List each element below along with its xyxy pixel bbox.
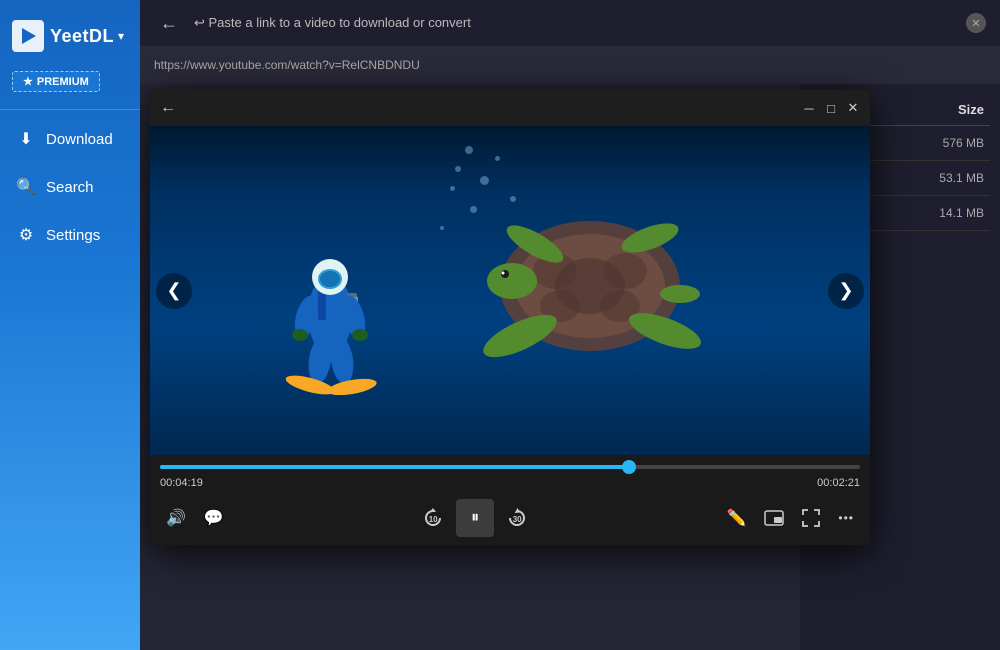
more-button[interactable]: ••• <box>832 507 860 529</box>
annotate-button[interactable]: ✏️ <box>720 504 752 532</box>
time-row: 00:04:19 00:02:21 <box>160 475 860 495</box>
controls-row: 🔊 💬 10 <box>160 495 860 545</box>
logo-chevron: ▾ <box>118 29 124 43</box>
media-player: ← ─ □ ✕ <box>150 90 870 545</box>
sidebar-item-search[interactable]: 🔍 Search <box>0 163 140 211</box>
nav-next-button[interactable]: ❯ <box>828 273 864 309</box>
url-input-text: https://www.youtube.com/watch?v=RelCNBDN… <box>154 58 420 72</box>
player-titlebar: ← ─ □ ✕ <box>150 90 870 126</box>
sidebar-item-settings[interactable]: ⚙ Settings <box>0 211 140 259</box>
sidebar-divider <box>0 109 140 110</box>
bg-close-button[interactable]: ✕ <box>966 13 986 33</box>
bubble <box>480 176 489 185</box>
bg-window-header: ← ↩ Paste a link to a video to download … <box>140 0 1000 46</box>
progress-track[interactable] <box>160 465 860 469</box>
download-icon: ⬇ <box>16 129 36 149</box>
sidebar-item-download-label: Download <box>46 131 113 148</box>
progress-thumb[interactable] <box>622 460 636 474</box>
skip-forward-label: 30 <box>513 515 522 524</box>
sidebar-item-search-label: Search <box>46 179 94 196</box>
player-video: ❮ ❯ <box>150 126 870 455</box>
annotate-icon: ✏️ <box>726 508 746 528</box>
premium-badge[interactable]: ★ PREMIUM <box>12 71 100 92</box>
sidebar-item-download[interactable]: ⬇ Download <box>0 115 140 163</box>
pip-icon <box>764 510 784 526</box>
remaining-time: 00:02:21 <box>817 477 860 489</box>
logo-text: YeetDL <box>50 26 114 47</box>
more-icon: ••• <box>838 511 854 525</box>
player-close-button[interactable]: ✕ <box>846 101 860 115</box>
skip-back-label: 10 <box>429 515 438 524</box>
fullscreen-icon <box>802 509 820 527</box>
subtitles-icon: 💬 <box>204 508 224 528</box>
skip-forward-button[interactable]: 30 <box>500 503 534 533</box>
current-time: 00:04:19 <box>160 477 203 489</box>
player-window-buttons: ─ □ ✕ <box>802 101 860 115</box>
diver-image <box>210 235 450 395</box>
bubble <box>455 166 461 172</box>
bubble <box>465 146 473 154</box>
logo: YeetDL ▾ <box>0 10 136 62</box>
url-input-row: https://www.youtube.com/watch?v=RelCNBDN… <box>140 46 1000 84</box>
play-pause-button[interactable]: ⏸ <box>456 499 494 537</box>
nav-prev-button[interactable]: ❮ <box>156 273 192 309</box>
logo-icon <box>12 20 44 52</box>
volume-button[interactable]: 🔊 <box>160 504 192 532</box>
player-controls: 00:04:19 00:02:21 🔊 💬 <box>150 455 870 545</box>
bg-back-button[interactable]: ← <box>154 11 184 36</box>
size-column-header: Size <box>958 102 984 117</box>
turtle-image <box>450 186 730 406</box>
sidebar: YeetDL ▾ ★ PREMIUM ⬇ Download 🔍 Search ⚙… <box>0 0 140 650</box>
app-container: YeetDL ▾ ★ PREMIUM ⬇ Download 🔍 Search ⚙… <box>0 0 1000 650</box>
progress-bar-container[interactable] <box>160 455 860 475</box>
bubble <box>440 226 444 230</box>
search-icon: 🔍 <box>16 177 36 197</box>
settings-icon: ⚙ <box>16 225 36 245</box>
maximize-button[interactable]: □ <box>824 101 838 115</box>
main-content: ← ↩ Paste a link to a video to download … <box>140 0 1000 650</box>
size-cell: 576 MB <box>943 136 984 150</box>
skip-back-button[interactable]: 10 <box>416 503 450 533</box>
progress-fill <box>160 465 629 469</box>
fullscreen-button[interactable] <box>796 505 826 531</box>
volume-icon: 🔊 <box>166 508 186 528</box>
pip-button[interactable] <box>758 506 790 530</box>
size-cell: 14.1 MB <box>939 206 984 220</box>
size-cell: 53.1 MB <box>939 171 984 185</box>
player-back-button[interactable]: ← <box>160 97 184 119</box>
pause-icon: ⏸ <box>471 509 479 527</box>
premium-label: PREMIUM <box>37 76 89 88</box>
bg-url-hint: ↩ Paste a link to a video to download or… <box>194 15 956 31</box>
minimize-button[interactable]: ─ <box>802 101 816 115</box>
star-icon: ★ <box>23 75 33 88</box>
subtitles-button[interactable]: 💬 <box>198 504 230 532</box>
sidebar-item-settings-label: Settings <box>46 227 100 244</box>
bubble <box>495 156 500 161</box>
close-icon: ✕ <box>971 17 980 30</box>
